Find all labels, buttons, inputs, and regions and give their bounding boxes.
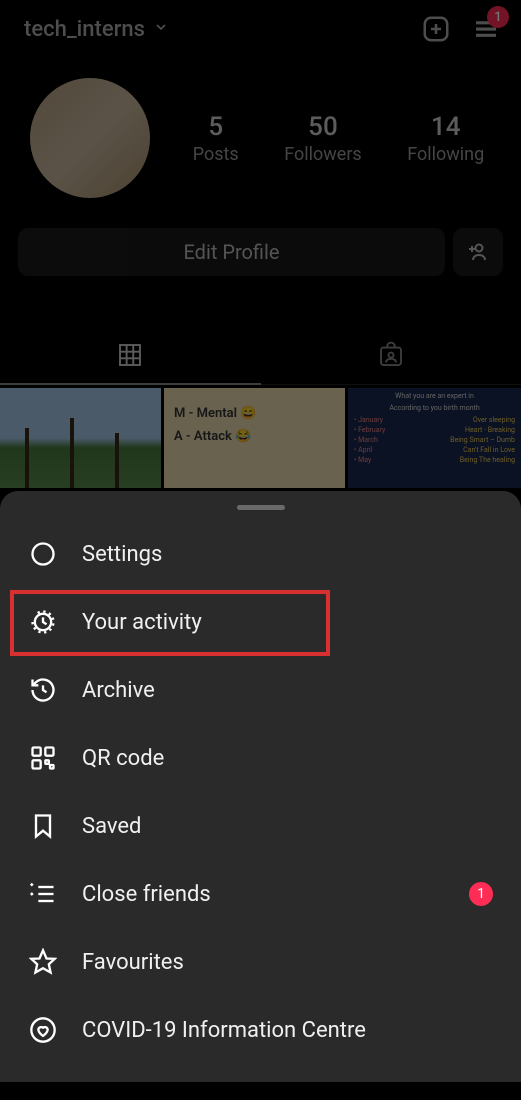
menu-label: Your activity [82, 610, 202, 635]
bottom-bar [0, 1082, 521, 1100]
qr-code-icon [28, 743, 58, 773]
stat-posts[interactable]: 5 Posts [193, 112, 239, 165]
username-label: tech_interns [24, 17, 145, 42]
menu-label: QR code [82, 746, 164, 771]
edit-profile-button[interactable]: Edit Profile [18, 228, 445, 276]
menu-label: Close friends [82, 882, 211, 907]
stat-count: 5 [208, 112, 223, 142]
settings-icon [28, 539, 58, 569]
activity-icon [28, 607, 58, 637]
post-text: According to you birth month [354, 404, 515, 412]
menu-item-close-friends[interactable]: Close friends 1 [0, 860, 521, 928]
menu-label: Settings [82, 542, 162, 567]
menu-item-saved[interactable]: Saved [0, 792, 521, 860]
stat-label: Following [407, 144, 484, 165]
create-button[interactable] [421, 14, 451, 44]
profile-section: 5 Posts 50 Followers 14 Following [0, 58, 521, 218]
menu-label: COVID-19 Information Centre [82, 1018, 366, 1043]
menu-label: Archive [82, 678, 155, 703]
menu-item-qr-code[interactable]: QR code [0, 724, 521, 792]
stat-followers[interactable]: 50 Followers [284, 112, 362, 165]
star-icon [28, 947, 58, 977]
close-friends-icon [28, 879, 58, 909]
tab-tagged[interactable] [261, 326, 521, 384]
menu-label: Favourites [82, 950, 184, 975]
edit-profile-label: Edit Profile [184, 240, 280, 264]
archive-icon [28, 675, 58, 705]
menu-item-archive[interactable]: Archive [0, 656, 521, 724]
post-text: What you are an expert in [354, 392, 515, 400]
posts-grid: M - Mental 😄 A - Attack 😂 What you are a… [0, 388, 521, 488]
bottom-sheet: Settings Your activity Archive QR code S… [0, 491, 521, 1100]
menu-badge: 1 [487, 6, 509, 28]
avatar[interactable] [30, 78, 150, 198]
heart-circle-icon [28, 1015, 58, 1045]
chevron-down-icon [153, 19, 169, 39]
stat-count: 14 [431, 112, 461, 142]
close-friends-badge: 1 [469, 882, 493, 906]
profile-stats: 5 Posts 50 Followers 14 Following [170, 112, 507, 165]
stat-following[interactable]: 14 Following [407, 112, 484, 165]
bookmark-icon [28, 811, 58, 841]
username-selector[interactable]: tech_interns [24, 17, 169, 42]
post-text: M - Mental 😄 [174, 406, 335, 421]
profile-tabs [0, 326, 521, 385]
menu-item-settings[interactable]: Settings [0, 520, 521, 588]
menu-item-favourites[interactable]: Favourites [0, 928, 521, 996]
menu-button[interactable]: 1 [471, 14, 501, 44]
menu-item-covid-info[interactable]: COVID-19 Information Centre [0, 996, 521, 1064]
header: tech_interns 1 [0, 0, 521, 58]
header-actions: 1 [421, 14, 501, 44]
sheet-handle[interactable] [237, 505, 285, 510]
stat-count: 50 [308, 112, 338, 142]
post-thumbnail[interactable]: M - Mental 😄 A - Attack 😂 [164, 388, 345, 488]
menu-item-your-activity[interactable]: Your activity [0, 588, 521, 656]
stat-label: Followers [284, 144, 362, 165]
menu-label: Saved [82, 814, 141, 839]
post-thumbnail[interactable] [0, 388, 161, 488]
post-text: A - Attack 😂 [174, 429, 335, 444]
discover-people-button[interactable] [453, 228, 503, 276]
post-thumbnail[interactable]: What you are an expert in According to y… [348, 388, 521, 488]
tab-grid[interactable] [0, 326, 261, 384]
profile-actions: Edit Profile [0, 218, 521, 286]
stat-label: Posts [193, 144, 239, 165]
